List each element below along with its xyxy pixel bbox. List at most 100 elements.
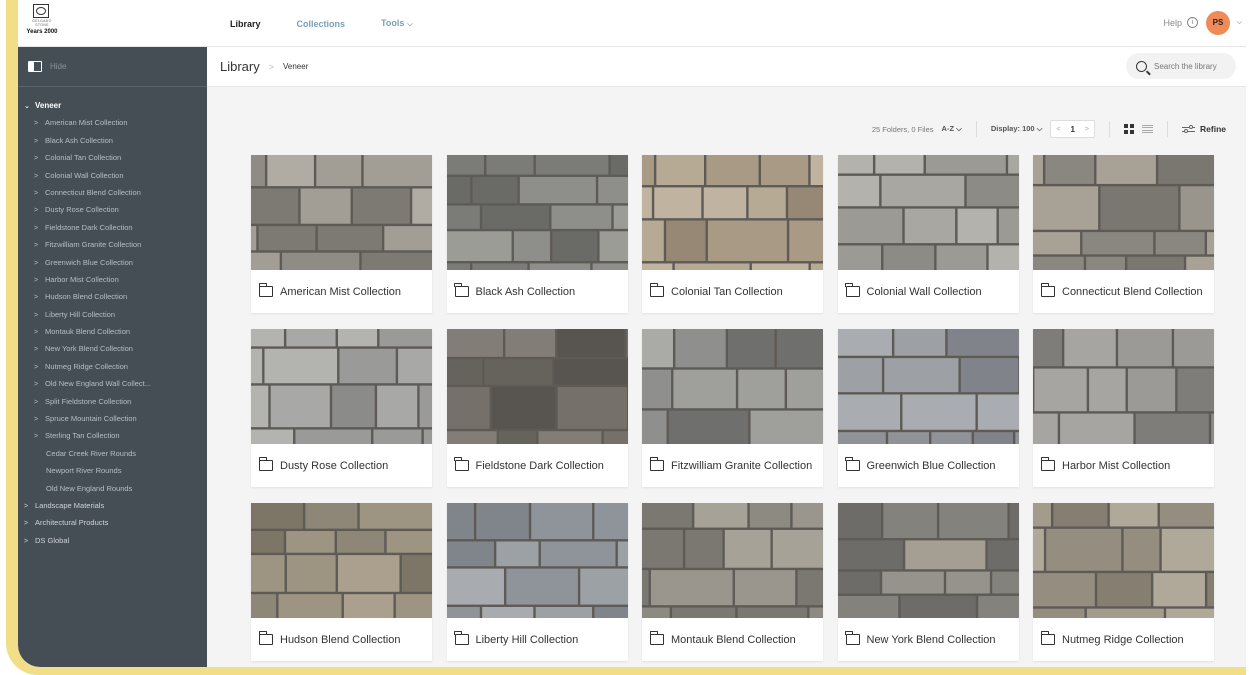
- sidebar-item[interactable]: > Landscape Materials: [18, 497, 207, 514]
- chevron-right-icon: >: [34, 172, 39, 180]
- folder-thumbnail: [642, 155, 823, 270]
- sidebar-item[interactable]: > Greenwich Blue Collection: [18, 254, 207, 271]
- refine-button[interactable]: Refine: [1182, 124, 1226, 134]
- folder-icon: [454, 457, 469, 471]
- folder-card[interactable]: Fieldstone Dark Collection: [446, 329, 628, 487]
- prev-page-button[interactable]: <: [1051, 126, 1065, 133]
- stone-texture-image: [1033, 503, 1214, 618]
- folder-caption: American Mist Collection: [251, 270, 432, 313]
- sidebar-item[interactable]: > Fieldstone Dark Collection: [18, 219, 207, 236]
- logo-years: Years 2000: [26, 29, 58, 35]
- grid-view-icon[interactable]: [1124, 124, 1135, 134]
- sidebar-item[interactable]: > Black Ash Collection: [18, 132, 207, 149]
- sidebar-item[interactable]: > Dusty Rose Collection: [18, 201, 207, 218]
- folder-card[interactable]: Liberty Hill Collection: [446, 503, 628, 661]
- folder-card[interactable]: Dusty Rose Collection: [251, 329, 432, 487]
- folder-card[interactable]: Fitzwilliam Granite Collection: [642, 329, 823, 487]
- help-link[interactable]: Help i: [1163, 17, 1198, 28]
- stone-texture-image: [837, 329, 1019, 444]
- folder-card[interactable]: Harbor Mist Collection: [1033, 329, 1214, 487]
- sidebar-item[interactable]: > Spruce Mountain Collection: [18, 410, 207, 427]
- sidebar-item-label: Connecticut Blend Collection: [45, 187, 141, 197]
- folder-card[interactable]: Nutmeg Ridge Collection: [1033, 503, 1214, 661]
- sidebar-item[interactable]: > Nutmeg Ridge Collection: [18, 358, 207, 375]
- folder-caption: Greenwich Blue Collection: [838, 444, 1019, 487]
- sidebar-item[interactable]: > Split Fieldstone Collection: [18, 393, 207, 410]
- folder-card[interactable]: Montauk Blend Collection: [642, 503, 823, 661]
- search-box[interactable]: [1126, 53, 1236, 79]
- sidebar-item[interactable]: > New York Blend Collection: [18, 340, 207, 357]
- sidebar-item[interactable]: > Liberty Hill Collection: [18, 306, 207, 323]
- folder-name: Montauk Blend Collection: [671, 633, 796, 646]
- chevron-right-icon: >: [24, 520, 29, 528]
- sidebar-item-label: New York Blend Collection: [45, 344, 133, 354]
- sidebar-item[interactable]: > Fitzwilliam Granite Collection: [18, 236, 207, 253]
- breadcrumb-separator-icon: >: [268, 61, 275, 72]
- folder-card[interactable]: Colonial Wall Collection: [837, 155, 1019, 313]
- sidebar-item-label: Newport River Rounds: [46, 466, 122, 476]
- folder-card[interactable]: Black Ash Collection: [446, 155, 628, 313]
- sidebar-item[interactable]: > American Mist Collection: [18, 114, 207, 131]
- sidebar-item[interactable]: > Colonial Tan Collection: [18, 149, 207, 166]
- folder-thumbnail: [642, 329, 823, 444]
- search-icon[interactable]: [1136, 60, 1147, 72]
- sidebar-item-label: Old New England Rounds: [46, 483, 133, 493]
- sidebar-item-label: Black Ash Collection: [45, 135, 113, 145]
- folder-thumbnail: [1033, 503, 1214, 618]
- sidebar-item[interactable]: ⌄ Veneer: [18, 97, 207, 114]
- sidebar-item[interactable]: Cedar Creek River Rounds: [18, 445, 207, 462]
- folder-card[interactable]: Connecticut Blend Collection: [1033, 155, 1214, 313]
- folder-icon: [649, 283, 664, 297]
- folder-card[interactable]: American Mist Collection: [251, 155, 432, 313]
- nav-collections[interactable]: Collections: [297, 19, 346, 29]
- sidebar-item-label: Cedar Creek River Rounds: [46, 448, 137, 458]
- pagination: < 1 >: [1050, 120, 1096, 138]
- breadcrumb-library[interactable]: Library: [220, 59, 260, 74]
- results-count: 25 Folders, 0 Files: [871, 124, 934, 134]
- stone-texture-image: [1033, 329, 1214, 444]
- chevron-right-icon: >: [34, 398, 39, 406]
- next-page-button[interactable]: >: [1080, 126, 1094, 133]
- sidebar-item[interactable]: > Architectural Products: [18, 514, 207, 531]
- folder-icon: [649, 457, 664, 471]
- chevron-down-icon[interactable]: ⌵: [1237, 19, 1242, 27]
- sidebar-item[interactable]: > Connecticut Blend Collection: [18, 184, 207, 201]
- sort-dropdown[interactable]: A-Z ⌵: [942, 124, 962, 134]
- avatar[interactable]: PS: [1206, 11, 1230, 35]
- folder-card[interactable]: Hudson Blend Collection: [251, 503, 432, 661]
- sidebar-item-label: Nutmeg Ridge Collection: [45, 361, 128, 371]
- folder-card[interactable]: Greenwich Blue Collection: [837, 329, 1019, 487]
- folder-caption: Fieldstone Dark Collection: [447, 444, 628, 487]
- sidebar-item[interactable]: > Colonial Wall Collection: [18, 167, 207, 184]
- chevron-right-icon: >: [34, 346, 39, 354]
- chevron-right-icon: >: [34, 242, 39, 250]
- folder-caption: Harbor Mist Collection: [1033, 444, 1214, 487]
- current-page[interactable]: 1: [1065, 125, 1079, 134]
- help-label: Help: [1163, 17, 1182, 28]
- folder-card[interactable]: New York Blend Collection: [837, 503, 1019, 661]
- sidebar-item[interactable]: > Old New England Wall Collect...: [18, 375, 207, 392]
- sidebar-item-label: Colonial Tan Collection: [45, 153, 122, 163]
- folder-caption: Connecticut Blend Collection: [1033, 270, 1214, 313]
- brand-logo[interactable]: DELGADO STONE Years 2000: [26, 4, 58, 42]
- nav-tools[interactable]: Tools ⌵: [381, 18, 413, 29]
- folder-icon: [845, 457, 860, 471]
- sidebar-item[interactable]: > DS Global: [18, 532, 207, 549]
- folder-name: Liberty Hill Collection: [475, 633, 579, 646]
- list-view-icon[interactable]: [1142, 124, 1154, 134]
- hide-sidebar-button[interactable]: Hide: [18, 47, 207, 87]
- nav-tools-label: Tools: [381, 18, 405, 28]
- sidebar-item[interactable]: Old New England Rounds: [18, 480, 207, 497]
- stone-texture-image: [251, 329, 432, 444]
- display-dropdown[interactable]: Display: 100 ⌵: [991, 124, 1043, 134]
- search-input[interactable]: [1154, 61, 1229, 71]
- sidebar-item[interactable]: > Montauk Blend Collection: [18, 323, 207, 340]
- sidebar-item[interactable]: > Sterling Tan Collection: [18, 427, 207, 444]
- sidebar-item-label: DS Global: [35, 535, 70, 545]
- nav-library[interactable]: Library: [230, 19, 261, 29]
- sidebar-item[interactable]: > Hudson Blend Collection: [18, 288, 207, 305]
- folder-card[interactable]: Colonial Tan Collection: [642, 155, 823, 313]
- folder-icon: [454, 283, 469, 297]
- sidebar-item[interactable]: > Harbor Mist Collection: [18, 271, 207, 288]
- sidebar-item[interactable]: Newport River Rounds: [18, 462, 207, 479]
